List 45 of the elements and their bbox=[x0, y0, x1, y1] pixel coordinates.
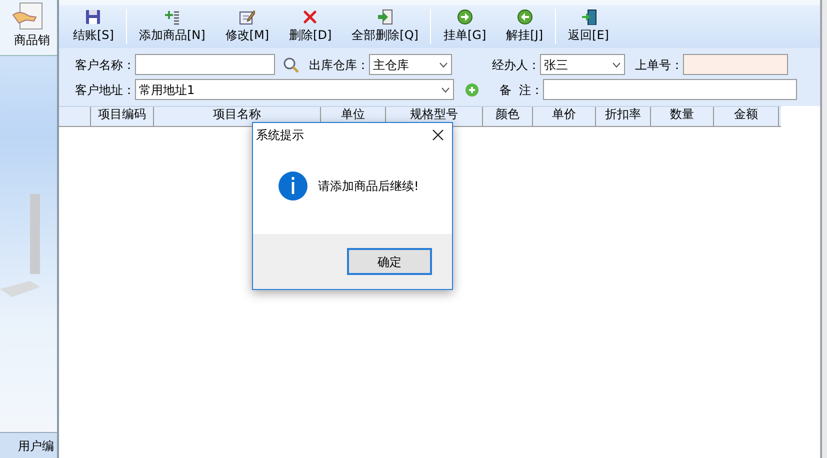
column-header[interactable]: 单价 bbox=[533, 107, 596, 126]
chevron-down-icon bbox=[439, 62, 448, 68]
input-field[interactable] bbox=[543, 79, 797, 100]
close-icon[interactable] bbox=[432, 128, 444, 140]
dropdown-field[interactable]: 张三 bbox=[540, 54, 625, 75]
door-arrow-icon bbox=[580, 9, 597, 25]
arrow-right-circle-icon bbox=[456, 9, 473, 25]
search-icon[interactable] bbox=[283, 56, 299, 72]
field-label: 客户地址： bbox=[74, 82, 135, 98]
field-label: 备 注： bbox=[498, 82, 543, 98]
field-label: 客户名称： bbox=[74, 56, 135, 74]
plus-list-icon bbox=[164, 9, 180, 25]
toolbar-button[interactable]: 挂单[G] bbox=[433, 5, 496, 48]
add-circle-icon[interactable] bbox=[465, 82, 479, 96]
column-header[interactable]: 数量 bbox=[651, 107, 714, 126]
input-field[interactable] bbox=[135, 54, 275, 75]
chevron-down-icon bbox=[612, 62, 621, 68]
ok-button[interactable]: 确定 bbox=[347, 248, 432, 275]
document-arrow-icon bbox=[377, 9, 394, 25]
toolbar-button[interactable]: 添加商品[N] bbox=[128, 5, 216, 48]
notepad-pencil-icon bbox=[239, 9, 256, 25]
toolbar-button[interactable]: 返回[E] bbox=[558, 5, 619, 48]
column-header[interactable]: 项目编码 bbox=[91, 107, 154, 126]
dialog-message: 请添加商品后继续! bbox=[318, 178, 419, 195]
column-header[interactable]: 金额 bbox=[714, 107, 779, 126]
dropdown-field[interactable]: 常用地址1 bbox=[135, 79, 454, 100]
dialog-title: 系统提示 bbox=[256, 126, 304, 144]
field-label: 上单号： bbox=[634, 56, 683, 74]
field-label: 经办人： bbox=[491, 56, 540, 74]
x-mark-icon bbox=[302, 9, 318, 25]
toolbar-button[interactable]: 结账[S] bbox=[63, 5, 124, 48]
arrow-left-circle-icon bbox=[516, 9, 533, 25]
tab-label[interactable]: 用户编 bbox=[0, 432, 57, 458]
field-label: 出库仓库： bbox=[308, 56, 369, 74]
sidebar-item[interactable]: 商品销 bbox=[14, 31, 50, 49]
column-header[interactable]: 折扣率 bbox=[596, 107, 651, 126]
toolbar-button[interactable]: 修改[M] bbox=[215, 5, 280, 48]
input-field[interactable] bbox=[683, 54, 788, 75]
chevron-down-icon bbox=[441, 86, 450, 92]
dropdown-field[interactable]: 主仓库 bbox=[369, 54, 452, 75]
toolbar-button[interactable]: 全部删除[Q] bbox=[342, 5, 428, 48]
column-header[interactable]: 颜色 bbox=[483, 107, 533, 126]
toolbar-button[interactable]: 解挂[J] bbox=[496, 5, 554, 48]
toolbar-button[interactable]: 删除[D] bbox=[279, 5, 342, 48]
info-icon bbox=[278, 171, 308, 201]
